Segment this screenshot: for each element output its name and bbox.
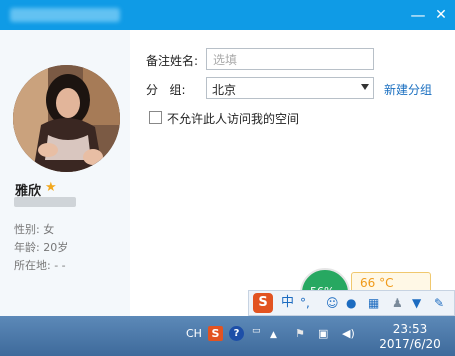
clock-date: 2017/6/20 — [379, 337, 441, 351]
taskbar-clock[interactable]: 23:53 2017/6/20 — [375, 322, 445, 352]
avatar — [13, 65, 120, 172]
close-button[interactable]: ✕ — [431, 5, 451, 25]
clock-time: 23:53 — [392, 322, 428, 336]
location-text: 所在地: - - — [14, 259, 66, 272]
help-icon[interactable]: ? — [229, 326, 244, 341]
remark-field[interactable] — [206, 48, 375, 70]
window-title-blurred — [10, 8, 120, 22]
group-value: 北京 — [212, 83, 237, 97]
keyboard-icon[interactable]: ▦ — [368, 296, 379, 310]
sogou-tray-icon[interactable]: S — [208, 326, 223, 341]
title-bar[interactable]: — ✕ — [0, 0, 455, 30]
gender-text: 性别: 女 — [14, 223, 55, 236]
mic-icon[interactable]: ● — [346, 296, 356, 310]
flag-icon[interactable]: ⚑ — [295, 327, 305, 341]
new-group-link[interactable]: 新建分组 — [384, 81, 432, 98]
privacy-checkbox[interactable] — [149, 111, 162, 124]
shirt-icon[interactable]: ▼ — [412, 296, 421, 310]
user-icon[interactable]: ♟ — [392, 296, 403, 310]
volume-icon[interactable]: ◀) — [342, 327, 355, 341]
window-switch-icon[interactable]: ▭ — [252, 324, 261, 338]
add-friend-dialog: — ✕ 雅欣 ★ 性别: 女 年龄: 20岁 所在地: - - 备注姓名: 分 … — [0, 0, 455, 316]
wrench-icon[interactable]: ✎ — [434, 296, 444, 310]
minimize-button[interactable]: — — [408, 5, 428, 25]
group-label: 分 组: — [146, 83, 186, 97]
language-indicator[interactable]: CH — [186, 327, 202, 341]
age-text: 年龄: 20岁 — [14, 241, 69, 254]
show-hidden-icons-icon[interactable]: ▲ — [270, 328, 277, 342]
remark-label: 备注姓名: — [146, 54, 199, 68]
smile-icon[interactable]: ☺ — [326, 296, 339, 310]
temperature-text: 66 °C — [360, 276, 394, 290]
ime-mode-toggle[interactable]: 中 — [281, 296, 294, 310]
star-icon: ★ — [45, 180, 57, 195]
chevron-down-icon[interactable] — [361, 84, 369, 90]
sogou-logo-icon[interactable]: S — [253, 293, 273, 313]
remark-input[interactable] — [211, 50, 375, 70]
ime-punct-toggle[interactable]: °, — [300, 296, 310, 310]
privacy-label: 不允许此人访问我的空间 — [167, 112, 300, 126]
group-select[interactable]: 北京 — [206, 77, 374, 99]
account-id-blurred — [14, 197, 76, 207]
network-icon[interactable]: ▣ — [318, 327, 328, 341]
avatar-image — [13, 65, 120, 172]
